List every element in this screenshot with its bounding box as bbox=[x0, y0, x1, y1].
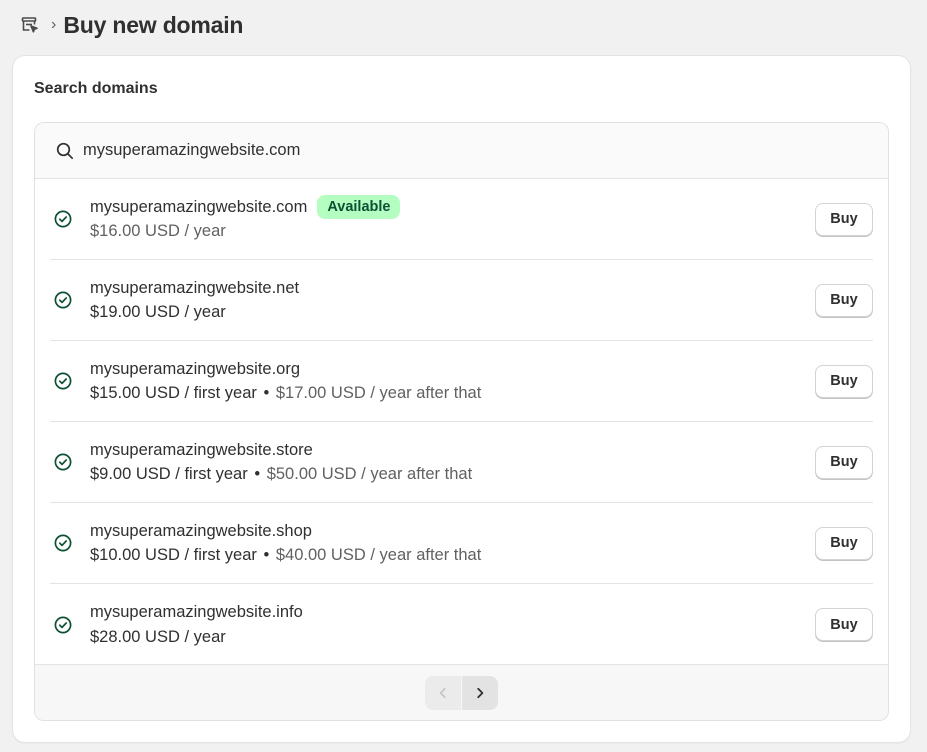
check-circle-icon bbox=[53, 615, 73, 635]
card-title: Search domains bbox=[34, 80, 158, 97]
bullet-separator: • bbox=[263, 546, 270, 564]
domain-name: mysuperamazingwebsite.shop bbox=[90, 521, 312, 540]
search-icon bbox=[55, 141, 75, 161]
domain-info: mysuperamazingwebsite.info $28.00 USD / … bbox=[90, 600, 815, 650]
search-input[interactable] bbox=[83, 141, 783, 160]
domain-price: $19.00 USD / year bbox=[90, 303, 226, 321]
list-item: mysuperamazingwebsite.com Available $16.… bbox=[50, 179, 873, 260]
domain-list: mysuperamazingwebsite.com Available $16.… bbox=[35, 179, 888, 665]
list-item: mysuperamazingwebsite.store $9.00 USD / … bbox=[50, 422, 873, 503]
domain-price: $16.00 USD / year bbox=[90, 222, 226, 240]
check-circle-icon bbox=[53, 209, 73, 229]
domain-info: mysuperamazingwebsite.com Available $16.… bbox=[90, 194, 815, 244]
domain-price: $10.00 USD / first year bbox=[90, 546, 257, 564]
list-item: mysuperamazingwebsite.net $19.00 USD / y… bbox=[50, 260, 873, 341]
domain-price: $28.00 USD / year bbox=[90, 627, 226, 646]
domain-name: mysuperamazingwebsite.store bbox=[90, 440, 313, 459]
renewal-price: $17.00 USD / year after that bbox=[275, 384, 482, 402]
domain-price: $15.00 USD / first year bbox=[90, 384, 257, 402]
page-title: Buy new domain bbox=[63, 11, 244, 38]
bullet-separator: • bbox=[254, 465, 261, 483]
store-icon[interactable] bbox=[20, 14, 42, 36]
buy-button[interactable]: Buy bbox=[815, 202, 873, 236]
pagination-footer bbox=[35, 664, 888, 720]
list-item: mysuperamazingwebsite.shop $10.00 USD / … bbox=[50, 503, 873, 584]
buy-button[interactable]: Buy bbox=[815, 364, 873, 398]
bullet-separator: • bbox=[263, 384, 270, 402]
chevron-left-icon bbox=[436, 686, 450, 700]
buy-button[interactable]: Buy bbox=[815, 608, 873, 641]
search-bar bbox=[35, 123, 888, 179]
check-circle-icon bbox=[53, 452, 73, 472]
domain-search-panel: mysuperamazingwebsite.com Available $16.… bbox=[34, 122, 889, 721]
check-circle-icon bbox=[53, 290, 73, 310]
previous-page-button[interactable] bbox=[425, 675, 461, 710]
domain-name: mysuperamazingwebsite.net bbox=[90, 278, 300, 297]
renewal-price: $40.00 USD / year after that bbox=[275, 546, 482, 564]
domain-name: mysuperamazingwebsite.com bbox=[90, 197, 308, 216]
domain-name: mysuperamazingwebsite.org bbox=[90, 359, 301, 378]
check-circle-icon bbox=[53, 533, 73, 553]
pagination bbox=[425, 675, 498, 710]
buy-button[interactable]: Buy bbox=[815, 283, 873, 317]
search-domains-card: Search domains mysuperamazingwebsite.com bbox=[13, 56, 910, 742]
list-item: mysuperamazingwebsite.org $15.00 USD / f… bbox=[50, 341, 873, 422]
buy-button[interactable]: Buy bbox=[815, 526, 873, 560]
renewal-price: $50.00 USD / year after that bbox=[266, 465, 473, 483]
next-page-button[interactable] bbox=[462, 675, 498, 710]
list-item: mysuperamazingwebsite.info $28.00 USD / … bbox=[50, 584, 873, 665]
domain-info: mysuperamazingwebsite.net $19.00 USD / y… bbox=[90, 275, 815, 325]
check-circle-icon bbox=[53, 371, 73, 391]
page-header: › Buy new domain bbox=[20, 10, 243, 40]
domain-info: mysuperamazingwebsite.shop $10.00 USD / … bbox=[90, 518, 815, 568]
chevron-right-icon bbox=[473, 686, 487, 700]
breadcrumb-separator: › bbox=[51, 16, 57, 33]
domain-info: mysuperamazingwebsite.org $15.00 USD / f… bbox=[90, 356, 815, 406]
domain-name: mysuperamazingwebsite.info bbox=[90, 603, 303, 621]
buy-button[interactable]: Buy bbox=[815, 445, 873, 479]
domain-price: $9.00 USD / first year bbox=[90, 465, 248, 483]
domain-info: mysuperamazingwebsite.store $9.00 USD / … bbox=[90, 437, 815, 487]
status-badge: Available bbox=[317, 195, 401, 219]
